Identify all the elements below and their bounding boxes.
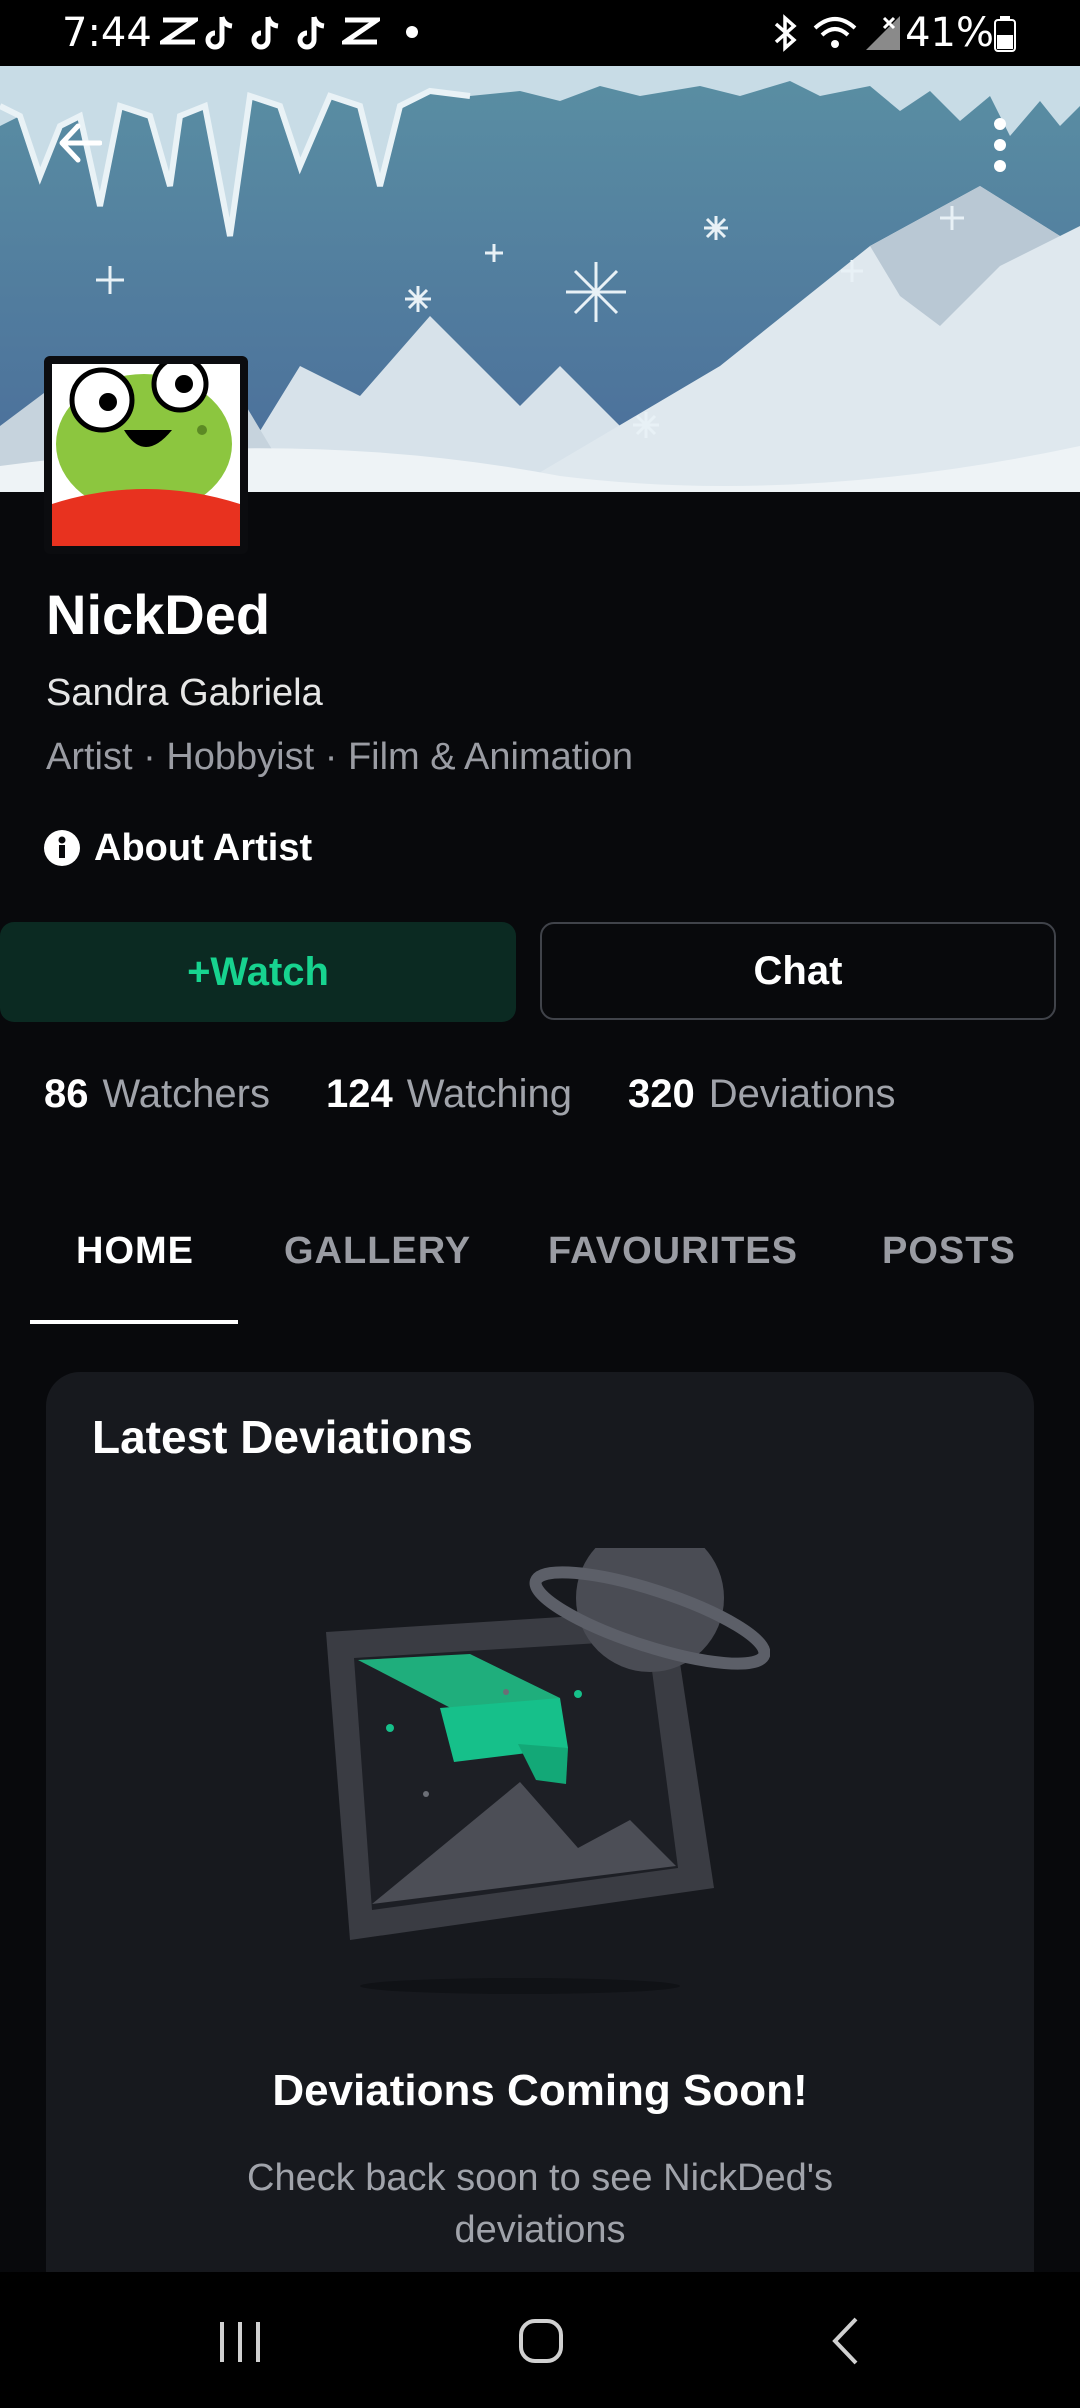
- battery-icon: [994, 16, 1016, 52]
- chat-button[interactable]: Chat: [540, 922, 1056, 1020]
- empty-state-title: Deviations Coming Soon!: [272, 2066, 808, 2115]
- tab-posts[interactable]: POSTS: [882, 1230, 1016, 1273]
- deviations-label[interactable]: Deviations: [709, 1072, 896, 1117]
- tiktok-icon: [251, 16, 279, 50]
- empty-deviations-illustration: [326, 1548, 770, 1994]
- avatar[interactable]: [44, 355, 248, 554]
- profile-tabs: HOME GALLERY FAVOURITES POSTS: [0, 1220, 1080, 1326]
- tab-home[interactable]: HOME: [76, 1230, 194, 1273]
- arrow-left-icon[interactable]: [56, 120, 102, 166]
- active-tab-indicator: [30, 1320, 238, 1324]
- watch-button[interactable]: +Watch: [0, 922, 516, 1022]
- watchers-count[interactable]: 86: [44, 1072, 89, 1117]
- avatar-image: [52, 355, 240, 546]
- tab-gallery[interactable]: GALLERY: [284, 1230, 471, 1273]
- wifi-icon: [813, 17, 857, 48]
- dot-icon: [406, 26, 418, 38]
- status-bar: 7:44 41%: [0, 0, 1080, 66]
- deviations-count[interactable]: 320: [628, 1072, 695, 1117]
- home-icon[interactable]: [518, 2318, 564, 2364]
- signal-icon: [866, 16, 900, 50]
- capcut-icon: [342, 17, 380, 45]
- about-artist-link[interactable]: About Artist: [44, 822, 312, 874]
- watching-count[interactable]: 124: [326, 1072, 393, 1117]
- latest-deviations-title: Latest Deviations: [92, 1411, 473, 1463]
- capcut-icon: [160, 17, 198, 45]
- profile-roles: Artist · Hobbyist · Film & Animation: [46, 736, 634, 778]
- info-icon: [44, 830, 80, 866]
- bluetooth-icon: [774, 14, 797, 52]
- empty-state-message: Check back soon to see NickDed's deviati…: [247, 2157, 833, 2251]
- battery-percent: 41%: [905, 10, 994, 56]
- system-navigation-bar: [0, 2272, 1080, 2408]
- profile-stats: 86 Watchers 124 Watching 320 Deviations: [44, 1066, 951, 1122]
- profile-username: NickDed: [46, 583, 271, 646]
- tiktok-icon: [205, 16, 233, 50]
- more-vertical-icon[interactable]: [988, 116, 1012, 174]
- status-time: 7:44: [62, 10, 152, 56]
- recent-apps-icon[interactable]: [216, 2320, 264, 2364]
- tiktok-icon: [297, 16, 325, 50]
- back-nav-icon[interactable]: [830, 2316, 860, 2366]
- about-artist-label: About Artist: [94, 826, 313, 869]
- watchers-label[interactable]: Watchers: [103, 1072, 270, 1117]
- tab-favourites[interactable]: FAVOURITES: [548, 1230, 798, 1273]
- watching-label[interactable]: Watching: [407, 1072, 572, 1117]
- profile-real-name: Sandra Gabriela: [46, 672, 323, 714]
